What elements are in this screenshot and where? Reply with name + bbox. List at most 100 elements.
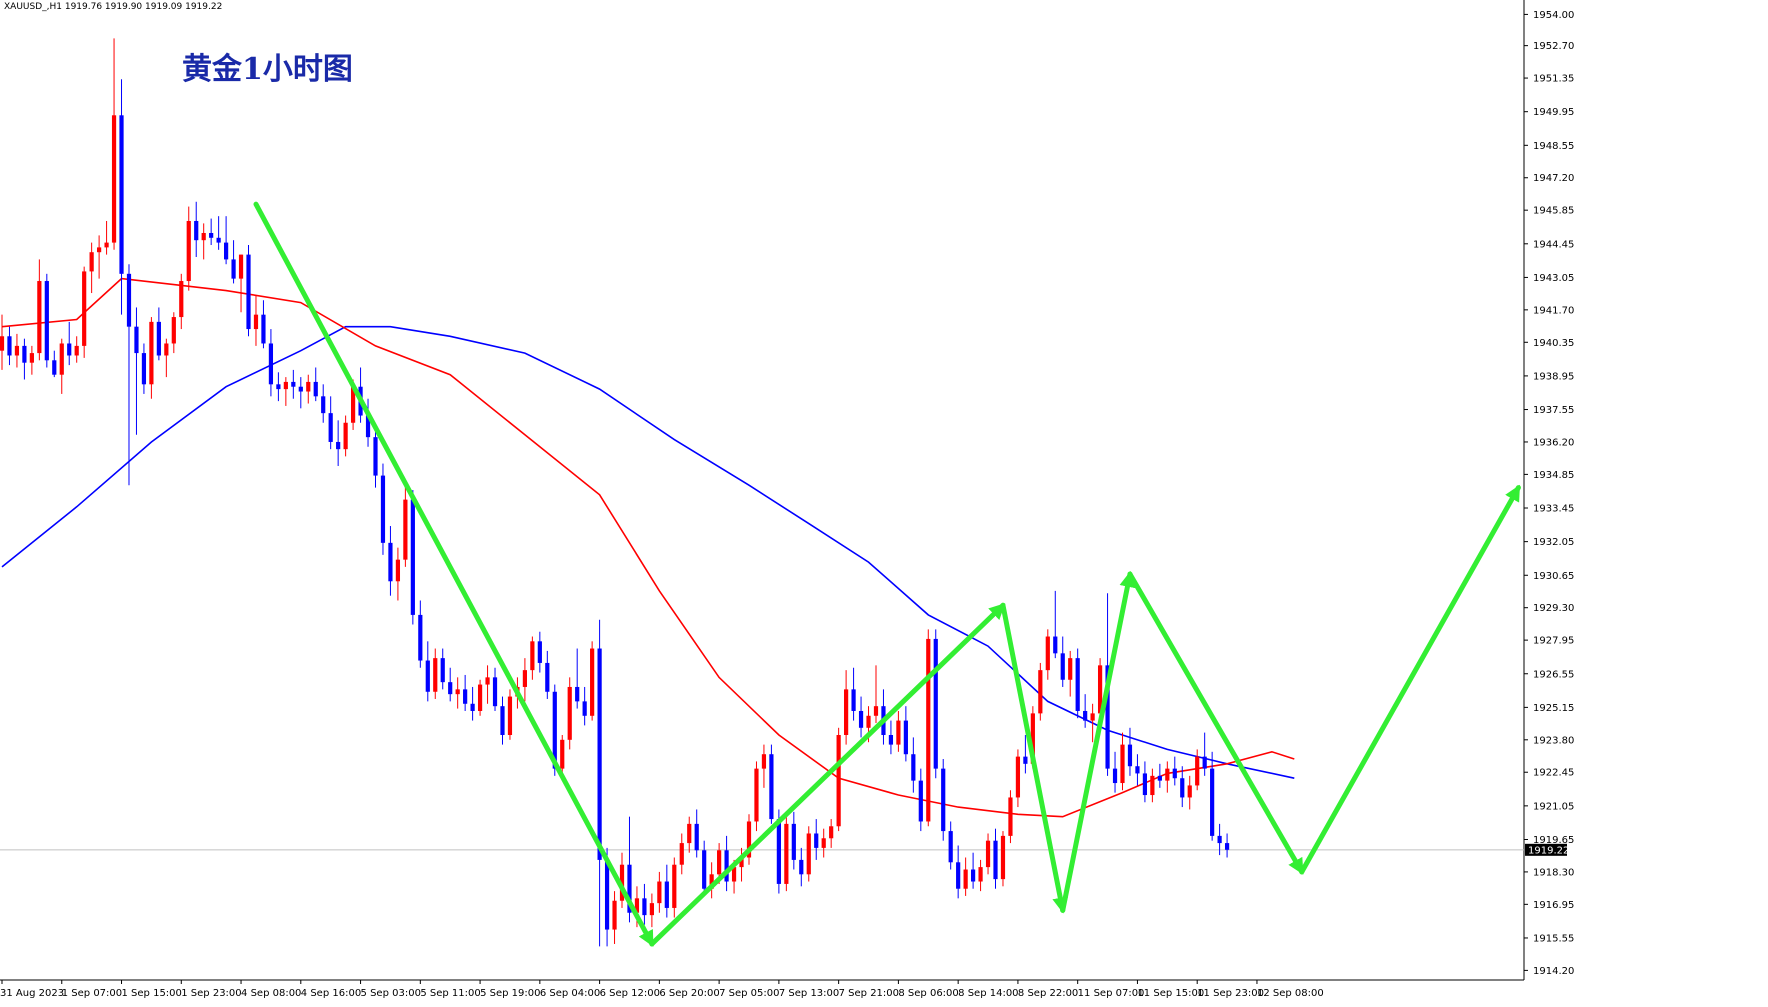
candle-bull[interactable] [866,715,871,728]
candle-bear[interactable] [44,281,49,361]
candle-bear[interactable] [500,706,505,735]
candle-bear[interactable] [1053,636,1058,654]
candle-bull[interactable] [37,281,42,354]
price-chart[interactable]: 1954.00 1952.70 1951.35 1949.95 1948.55 1947.… [0,0,1768,1007]
candle-bull[interactable] [896,720,901,745]
candle-bear[interactable] [380,475,386,543]
candle-bear[interactable] [463,689,468,704]
candle-bear[interactable] [537,641,542,663]
candle-bear[interactable] [791,823,796,860]
candle-bull[interactable] [89,252,94,272]
candle-bull[interactable] [1090,713,1095,721]
candle-bull[interactable] [485,677,490,685]
candle-bull[interactable] [1008,797,1013,836]
candle-bear[interactable] [1224,843,1230,850]
candle-bear[interactable] [582,701,587,716]
candle-bear[interactable] [642,898,647,916]
candle-bull[interactable] [985,840,991,868]
candle-bear[interactable] [141,353,147,385]
candle-bull[interactable] [679,843,684,865]
candle-bear[interactable] [1075,658,1080,711]
candle-bull[interactable] [1000,835,1006,880]
candle-bull[interactable] [59,343,64,375]
candle-bear[interactable] [971,869,976,882]
candle-bear[interactable] [948,831,953,863]
candle-bear[interactable] [231,259,236,279]
candle-bear[interactable] [440,658,445,683]
candle-bear[interactable] [776,819,781,884]
chart-area[interactable]: XAUUSD_,H1 1919.76 1919.90 1919.09 1919.… [0,0,1768,1007]
candle-bear[interactable] [418,614,423,661]
candle-bull[interactable] [1195,756,1200,786]
candle-bear[interactable] [156,321,161,356]
candle-bull[interactable] [253,314,259,330]
candle-bear[interactable] [410,499,415,615]
candle-bear[interactable] [702,850,707,889]
candle-bull[interactable] [821,838,826,848]
candle-bear[interactable] [373,437,378,476]
candle-bull[interactable] [74,345,79,356]
candle-bear[interactable] [575,686,580,702]
candle-bull[interactable] [306,381,311,392]
candle-bear[interactable] [22,345,27,363]
candle-bear[interactable] [1112,768,1118,784]
candle-bull[interactable] [0,336,5,351]
candle-bull[interactable] [672,864,677,908]
candle-bull[interactable] [82,271,87,346]
candle-bear[interactable] [246,254,251,330]
candle-bull[interactable] [590,648,595,716]
candle-bear[interactable] [1157,775,1162,781]
candle-bear[interactable] [664,881,669,908]
candle-bull[interactable] [844,689,849,735]
candle-bear[interactable] [1060,653,1065,680]
candle-bull[interactable] [1038,670,1043,714]
candle-bull[interactable] [649,903,654,916]
candle-bear[interactable] [1083,710,1088,721]
candle-bull[interactable] [829,826,834,839]
candle-bear[interactable] [799,859,804,875]
candle-bull[interactable] [926,638,931,822]
candle-bull[interactable] [836,735,841,827]
candle-bull[interactable] [507,696,513,735]
candle-bear[interactable] [328,413,333,442]
candle-bear[interactable] [1023,756,1028,764]
candle-bear[interactable] [888,735,894,745]
candle-bear[interactable] [7,336,12,356]
candle-bear[interactable] [276,384,281,390]
candle-bear[interactable] [216,237,221,243]
candle-bull[interactable] [560,739,565,769]
candle-bull[interactable] [754,768,759,822]
candle-bull[interactable] [1165,768,1170,781]
candle-bull[interactable] [97,247,102,253]
candle-bear[interactable] [126,273,132,327]
candle-bear[interactable] [134,326,139,354]
candle-bear[interactable] [336,441,341,450]
candle-bear[interactable] [492,677,498,707]
candle-bull[interactable] [149,321,154,385]
candle-bull[interactable] [567,686,572,740]
candle-bull[interactable] [455,689,460,695]
candle-bear[interactable] [1135,766,1140,774]
candle-bear[interactable] [724,850,729,882]
candle-bull[interactable] [395,559,401,582]
candle-bear[interactable] [291,381,296,387]
candle-bull[interactable] [612,900,617,930]
candle-bull[interactable] [343,422,348,450]
candle-bull[interactable] [111,115,117,243]
candle-bear[interactable] [604,859,610,930]
candle-bull[interactable] [283,381,288,390]
candle-bear[interactable] [224,242,229,260]
candle-bull[interactable] [403,499,408,560]
candle-bull[interactable] [530,641,535,671]
candle-bull[interactable] [433,658,438,692]
candle-bull[interactable] [522,670,527,687]
candle-bear[interactable] [814,833,819,848]
candle-bull[interactable] [1150,775,1155,796]
candle-bear[interactable] [470,703,475,711]
candle-bear[interactable] [1217,835,1222,844]
candle-bull[interactable] [784,823,789,884]
candle-bull[interactable] [1045,636,1050,671]
candle-bear[interactable] [911,754,916,781]
candle-bull[interactable] [687,823,692,844]
candle-bear[interactable] [298,386,303,392]
